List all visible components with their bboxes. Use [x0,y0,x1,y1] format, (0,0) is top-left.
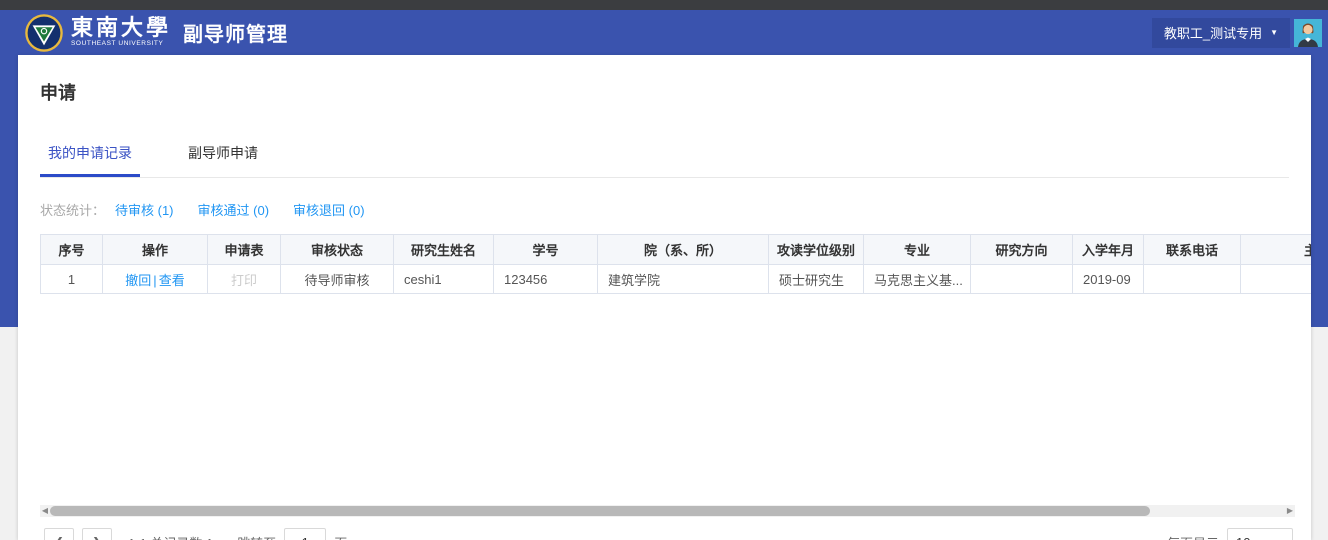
avatar[interactable] [1294,18,1322,47]
link-separator: | [153,272,157,288]
cell-main-supervisor [1240,264,1311,294]
withdraw-link[interactable]: 撤回 [125,273,151,288]
tab-my-application-records[interactable]: 我的申请记录 [40,143,140,177]
user-menu-label: 教职工_测试专用 [1163,26,1263,41]
chevron-down-icon: ▼ [1270,28,1278,37]
table-header-row: 序号 操作 申请表 审核状态 研究生姓名 学号 院（系、所） 攻读学位级别 专业… [40,234,1311,265]
table-row: 1 撤回 | 查看 打印 待导师审核 ceshi1 123456 建筑学院 硕士研究… [40,264,1311,294]
col-header-actions: 操作 [102,234,208,265]
col-header-student-id: 学号 [493,234,598,265]
col-header-main-supervisor: 主导师 [1240,234,1311,265]
university-logo-icon [25,13,63,52]
university-name-cn: 東南大學 [71,15,172,42]
app-title: 副导师管理 [183,24,289,46]
scrollbar-thumb[interactable] [50,506,1150,516]
col-header-index: 序号 [40,234,103,265]
prev-page-button[interactable]: ❮ [44,528,74,540]
col-header-major: 专业 [863,234,971,265]
applications-table-container: 序号 操作 申请表 审核状态 研究生姓名 学号 院（系、所） 攻读学位级别 专业… [40,234,1311,294]
tab-bar: 我的申请记录 副导师申请 [40,143,1289,178]
cell-review-status: 待导师审核 [280,264,394,294]
print-link-disabled: 打印 [230,272,257,288]
col-header-enrollment-date: 入学年月 [1072,234,1144,265]
stats-label: 状态统计： [40,203,106,218]
cell-index: 1 [40,264,103,294]
cell-enrollment-date: 2019-09 [1072,264,1144,294]
jump-to-label: 跳转至 [237,533,276,540]
status-statistics: 状态统计： 待审核 (1) 审核通过 (0) 审核退回 (0) [40,200,1311,219]
col-header-phone: 联系电话 [1143,234,1241,265]
col-header-department: 院（系、所） [597,234,769,265]
col-header-application-form: 申请表 [207,234,281,265]
scroll-left-icon[interactable]: ◀ [40,505,50,517]
stat-link-pending[interactable]: 待审核 (1) [115,200,174,219]
scrollbar-track[interactable] [50,505,1285,517]
cell-student-id: 123456 [493,264,598,294]
cell-degree-level: 硕士研究生 [768,264,864,294]
stat-link-approved[interactable]: 审核通过 (0) [198,200,270,219]
col-header-review-status: 审核状态 [280,234,394,265]
applications-table: 序号 操作 申请表 审核状态 研究生姓名 学号 院（系、所） 攻读学位级别 专业… [40,234,1311,294]
col-header-degree-level: 攻读学位级别 [768,234,864,265]
header-right: 教职工_测试专用 ▼ [1151,17,1324,48]
col-header-student-name: 研究生姓名 [393,234,494,265]
window-top-bar [0,0,1328,10]
cell-print: 打印 [207,264,281,294]
pagination-bar: ❮ ❯ 1-1 总记录数 1 跳转至 页 每页显示 10 ▼ [18,522,1311,540]
cell-major: 马克思主义基... [863,264,971,294]
scroll-right-icon[interactable]: ▶ [1285,505,1295,517]
per-page-label: 每页显示 [1167,533,1219,540]
per-page-group: 每页显示 10 ▼ [1167,522,1293,540]
next-page-button[interactable]: ❯ [82,528,112,540]
tab-assistant-supervisor-application[interactable]: 副导师申请 [180,143,266,177]
cell-phone [1143,264,1241,294]
jump-to-page-input[interactable] [284,528,327,540]
records-count-text: 1-1 总记录数 1 [128,533,213,540]
page-title: 申请 [40,83,76,103]
app-header: 東南大學 SOUTHEAST UNIVERSITY 副导师管理 教职工_测试专用… [0,10,1328,55]
cell-research-direction [970,264,1073,294]
jump-unit-label: 页 [334,533,347,540]
cell-student-name: ceshi1 [393,264,494,294]
user-menu[interactable]: 教职工_测试专用 ▼ [1151,17,1290,48]
per-page-value: 10 [1236,535,1250,540]
cell-department: 建筑学院 [597,264,769,294]
horizontal-scrollbar[interactable]: ◀ ▶ [40,505,1295,517]
cell-actions: 撤回 | 查看 [102,264,208,294]
col-header-research-direction: 研究方向 [970,234,1073,265]
university-name: 東南大學 SOUTHEAST UNIVERSITY [71,17,171,48]
stat-link-returned[interactable]: 审核退回 (0) [293,200,365,219]
per-page-select[interactable]: 10 ▼ [1227,528,1293,540]
university-name-en: SOUTHEAST UNIVERSITY [71,40,164,48]
content-card: 申请 我的申请记录 副导师申请 状态统计： 待审核 (1) 审核通过 (0) 审… [18,55,1311,540]
view-link[interactable]: 查看 [159,273,185,288]
